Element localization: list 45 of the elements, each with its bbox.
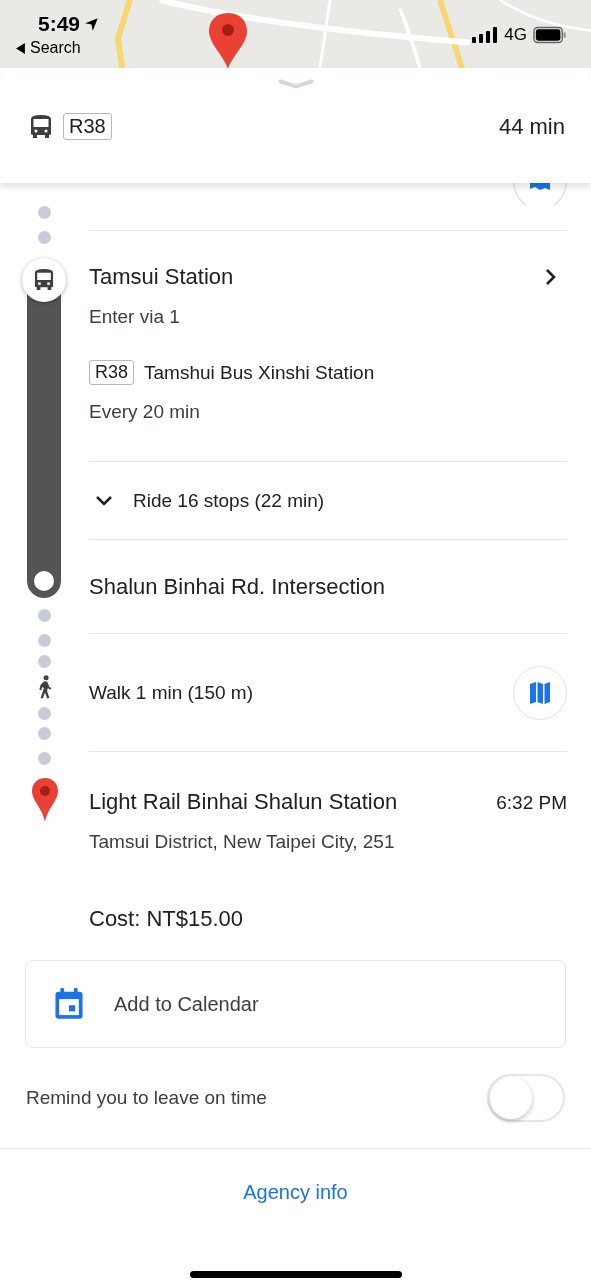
trip-duration: 44 min	[498, 113, 565, 140]
route-dot	[38, 206, 51, 219]
collapse-handle-icon[interactable]	[277, 78, 314, 90]
trip-cost: Cost: NT$15.00	[88, 905, 245, 933]
destination-address: Tamsui District, New Taipei City, 251	[89, 831, 396, 853]
walk-text: Walk 1 min (150 m)	[89, 681, 253, 704]
bus-icon	[30, 114, 52, 139]
map-icon	[529, 680, 551, 705]
agency-info-link[interactable]: Agency info	[243, 1181, 348, 1241]
route-dot	[38, 727, 51, 740]
map-button[interactable]	[513, 665, 567, 720]
status-time: 5:49	[38, 12, 81, 36]
calendar-icon	[54, 988, 84, 1020]
chevron-right-icon[interactable]	[545, 268, 557, 286]
stop-title: Shalun Binhai Rd. Intersection	[89, 573, 385, 600]
station-title[interactable]: Tamsui Station	[89, 264, 234, 290]
location-pin-icon	[30, 777, 59, 823]
entrance-text: Enter via 1	[89, 306, 181, 328]
location-arrow-icon	[84, 16, 100, 32]
route-badge: R38	[63, 113, 112, 140]
route-name: Tamshui Bus Xinshi Station	[144, 361, 375, 384]
signal-icon	[472, 27, 499, 43]
route-badge: R38	[89, 360, 135, 385]
frequency-text: Every 20 min	[89, 401, 201, 423]
reminder-toggle[interactable]	[487, 1074, 565, 1122]
bus-icon	[34, 269, 54, 291]
ride-stops-toggle[interactable]: Ride 16 stops (22 min)	[89, 489, 325, 512]
back-link[interactable]: Search	[16, 39, 100, 57]
route-dot	[38, 609, 51, 622]
map-button-icon[interactable]	[513, 183, 567, 205]
route-dot	[38, 634, 51, 647]
battery-icon	[533, 26, 567, 44]
arrival-time: 6:32 PM	[496, 792, 567, 814]
route-dot	[38, 654, 51, 668]
walking-person-icon	[36, 675, 53, 699]
route-dot	[38, 706, 51, 720]
back-triangle-icon	[16, 42, 25, 54]
chevron-down-icon	[95, 494, 113, 507]
add-to-calendar-button[interactable]: Add to Calendar	[25, 960, 566, 1048]
network-label: 4G	[504, 25, 527, 45]
destination-title: Light Rail Binhai Shalun Station	[89, 789, 398, 815]
location-pin-icon	[208, 12, 248, 68]
route-dot	[38, 752, 51, 765]
reminder-label: Remind you to leave on time	[26, 1087, 267, 1109]
route-dot	[38, 231, 51, 244]
